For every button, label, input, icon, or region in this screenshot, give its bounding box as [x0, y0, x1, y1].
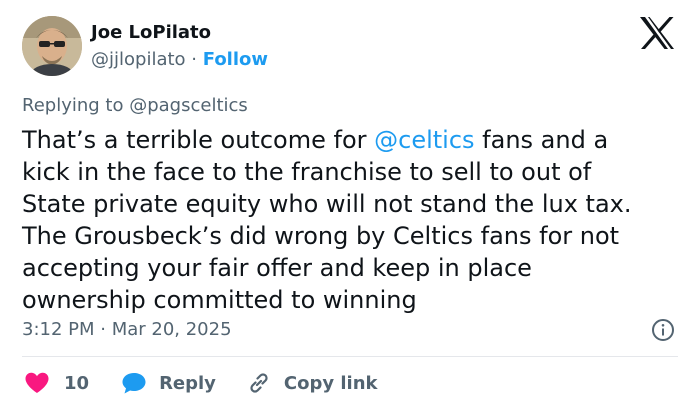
avatar[interactable] [22, 16, 82, 76]
heart-icon [25, 372, 49, 393]
author-handle[interactable]: @jjlopilato [91, 49, 186, 70]
tweet-line: kick in the face to the franchise to sel… [22, 158, 592, 186]
reply-context: Replying to @pagsceltics [22, 94, 248, 118]
x-logo-icon[interactable] [638, 16, 676, 50]
handle-separator: · [191, 49, 198, 70]
mention-link[interactable]: @celtics [374, 126, 474, 154]
tweet-line: ownership committed to winning [22, 286, 417, 314]
reply-label: Reply [159, 372, 216, 394]
reply-context-prefix: Replying to [22, 95, 124, 116]
speech-bubble-icon [122, 373, 146, 394]
tweet-line: The Grousbeck’s did wrong by Celtics fan… [22, 222, 620, 250]
divider [22, 356, 678, 357]
tweet-text-segment: That’s a terrible outcome for [22, 126, 375, 154]
tweet-line: accepting your fair offer and keep in pl… [22, 254, 532, 282]
avatar-photo [22, 16, 82, 76]
like-count: 10 [64, 372, 90, 394]
timestamp[interactable]: 3:12 PM · Mar 20, 2025 [22, 318, 232, 342]
tweet-line: That’s a terrible outcome for @celtics f… [22, 124, 686, 156]
tweet-text-segment: fans and a [474, 126, 609, 154]
author-handle-row: @jjlopilato · Follow [91, 47, 268, 73]
reply-button[interactable]: Reply [121, 371, 216, 395]
author-name[interactable]: Joe LoPilato [91, 20, 211, 46]
copy-link-label: Copy link [283, 372, 378, 394]
reply-context-handle[interactable]: @pagsceltics [129, 95, 248, 116]
info-icon[interactable] [651, 318, 675, 342]
action-bar: 10 Reply Copy link [22, 369, 378, 397]
follow-button[interactable]: Follow [203, 49, 268, 70]
tweet-text: That’s a terrible outcome for @celtics f… [22, 124, 686, 316]
link-icon [250, 373, 268, 393]
like-button[interactable]: 10 [24, 371, 89, 395]
tweet-line: State private equity who will not stand … [22, 190, 632, 218]
copy-link-button[interactable]: Copy link [246, 370, 378, 396]
